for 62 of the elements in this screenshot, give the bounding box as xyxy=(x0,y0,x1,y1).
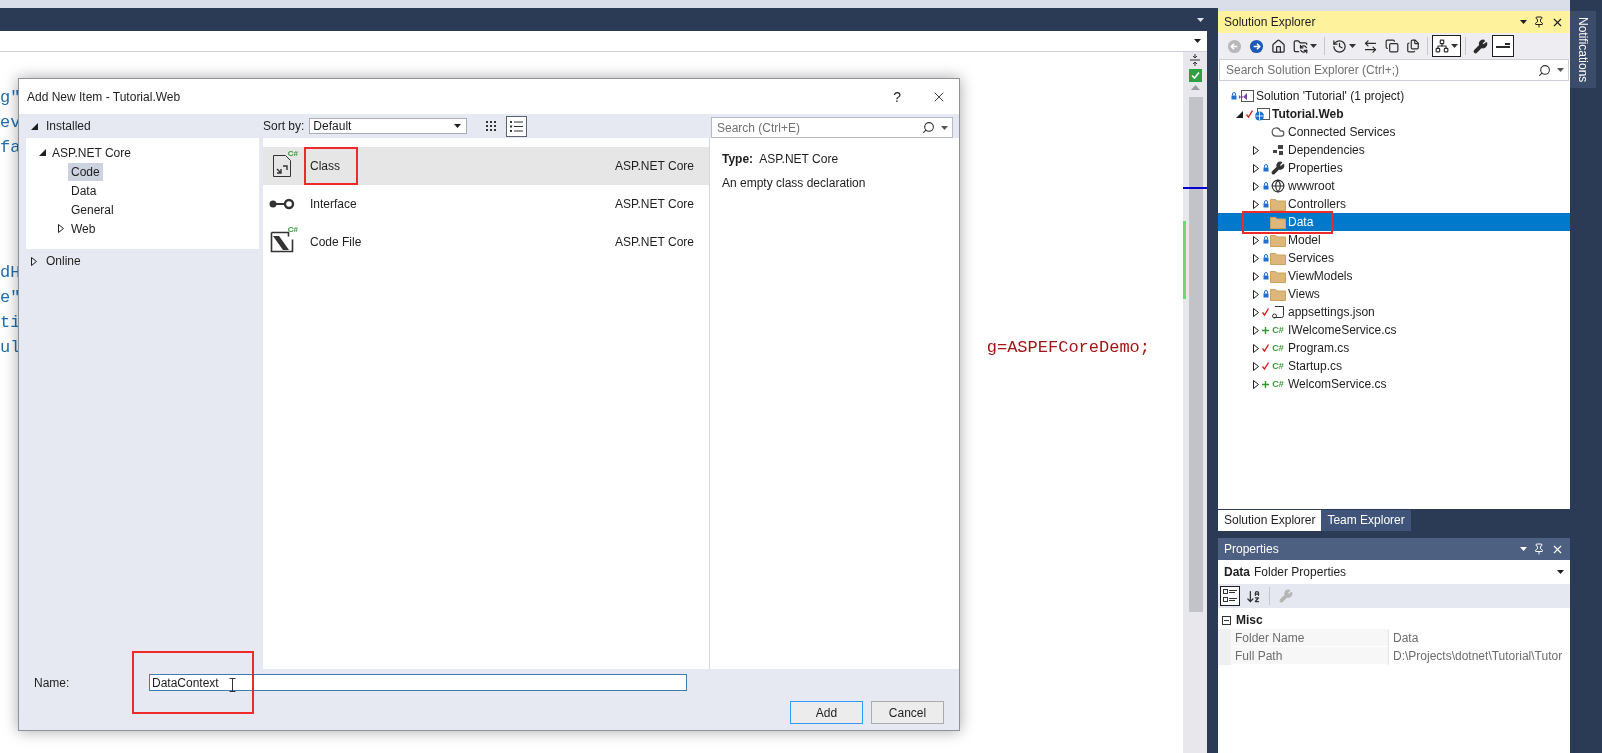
tree-item[interactable]: appsettings.json xyxy=(1218,303,1570,321)
category-header[interactable]: Installed xyxy=(46,119,91,133)
tree-item[interactable]: Web xyxy=(68,219,99,238)
tree-item[interactable]: General xyxy=(68,200,117,219)
add-button[interactable]: Add xyxy=(790,701,863,724)
tab[interactable]: Team Explorer xyxy=(1321,510,1411,531)
tree-item[interactable]: Views xyxy=(1218,285,1570,303)
dialog-title: Add New Item - Tutorial.Web xyxy=(27,89,181,104)
tree-item[interactable]: Tutorial.Web xyxy=(1218,105,1570,123)
tree-item[interactable]: ViewModels xyxy=(1218,267,1570,285)
template-item[interactable]: C# Code File ASP.NET Core xyxy=(263,223,709,261)
code-text: g=ASPEFCoreDemo; xyxy=(986,337,1150,359)
sort-label: Sort by: xyxy=(263,119,305,133)
panel-title: Properties xyxy=(1224,542,1279,556)
file-type-label: C# xyxy=(1272,325,1284,335)
property-value: Data xyxy=(1388,629,1570,647)
tree-item[interactable]: C# IWelcomeService.cs xyxy=(1218,321,1570,339)
file-type-label: C# xyxy=(1272,361,1284,371)
file-type-label: C# xyxy=(287,149,298,158)
tree-item[interactable]: Data xyxy=(1218,213,1570,231)
tree-item[interactable]: ASP.NET Core xyxy=(49,143,134,162)
tree-item[interactable]: Connected Services xyxy=(1218,123,1570,141)
code-text: g" xyxy=(0,87,21,109)
tree-item[interactable]: C# Startup.cs xyxy=(1218,357,1570,375)
code-text: e" xyxy=(0,287,21,309)
tree-item[interactable]: Model xyxy=(1218,231,1570,249)
tab[interactable]: Solution Explorer xyxy=(1218,510,1322,531)
sort-dropdown[interactable]: Default xyxy=(309,118,468,134)
property-name: Full Path xyxy=(1231,647,1388,665)
name-field[interactable]: DataContext xyxy=(149,674,687,691)
tree-item[interactable]: Controllers xyxy=(1218,195,1570,213)
property-value: D:\Projects\dotnet\Tutorial\Tutor xyxy=(1388,647,1570,665)
tree-item[interactable]: Properties xyxy=(1218,159,1570,177)
tree-item[interactable]: wwwroot xyxy=(1218,177,1570,195)
type-label: Type: xyxy=(722,152,754,166)
description-text: An empty class declaration xyxy=(722,176,867,190)
help-button[interactable]: ? xyxy=(893,88,901,105)
panel-title: Solution Explorer xyxy=(1224,15,1316,29)
object-selector[interactable]: Data Folder Properties xyxy=(1218,560,1570,584)
code-text: ul xyxy=(0,337,21,359)
tree-item[interactable]: Data xyxy=(68,181,100,200)
search-field[interactable]: Search (Ctrl+E) xyxy=(711,117,953,138)
tree-item[interactable]: C# Program.cs xyxy=(1218,339,1570,357)
property-name: Folder Name xyxy=(1231,629,1388,647)
code-text: ti xyxy=(0,312,21,334)
notifications-tab[interactable]: Notifications xyxy=(1570,11,1596,89)
tree-item[interactable]: Services xyxy=(1218,249,1570,267)
category-label: Misc xyxy=(1236,613,1263,627)
type-value: ASP.NET Core xyxy=(759,152,839,166)
cancel-button[interactable]: Cancel xyxy=(871,701,944,724)
tree-item[interactable]: Dependencies xyxy=(1218,141,1570,159)
search-field[interactable]: Search Solution Explorer (Ctrl+;) xyxy=(1219,59,1569,81)
file-type-label: C# xyxy=(1272,343,1284,353)
template-item[interactable]: Interface ASP.NET Core xyxy=(263,185,709,223)
file-type-label: C# xyxy=(1272,379,1284,389)
name-label: Name: xyxy=(34,675,71,690)
category-header[interactable]: Online xyxy=(46,254,81,268)
tree-item[interactable]: C# WelcomService.cs xyxy=(1218,375,1570,393)
template-item[interactable]: C# Class ASP.NET Core xyxy=(263,147,709,185)
file-type-label: C# xyxy=(287,225,298,234)
tree-item[interactable]: Code xyxy=(68,162,103,181)
tree-item[interactable]: Solution 'Tutorial' (1 project) xyxy=(1218,87,1570,105)
